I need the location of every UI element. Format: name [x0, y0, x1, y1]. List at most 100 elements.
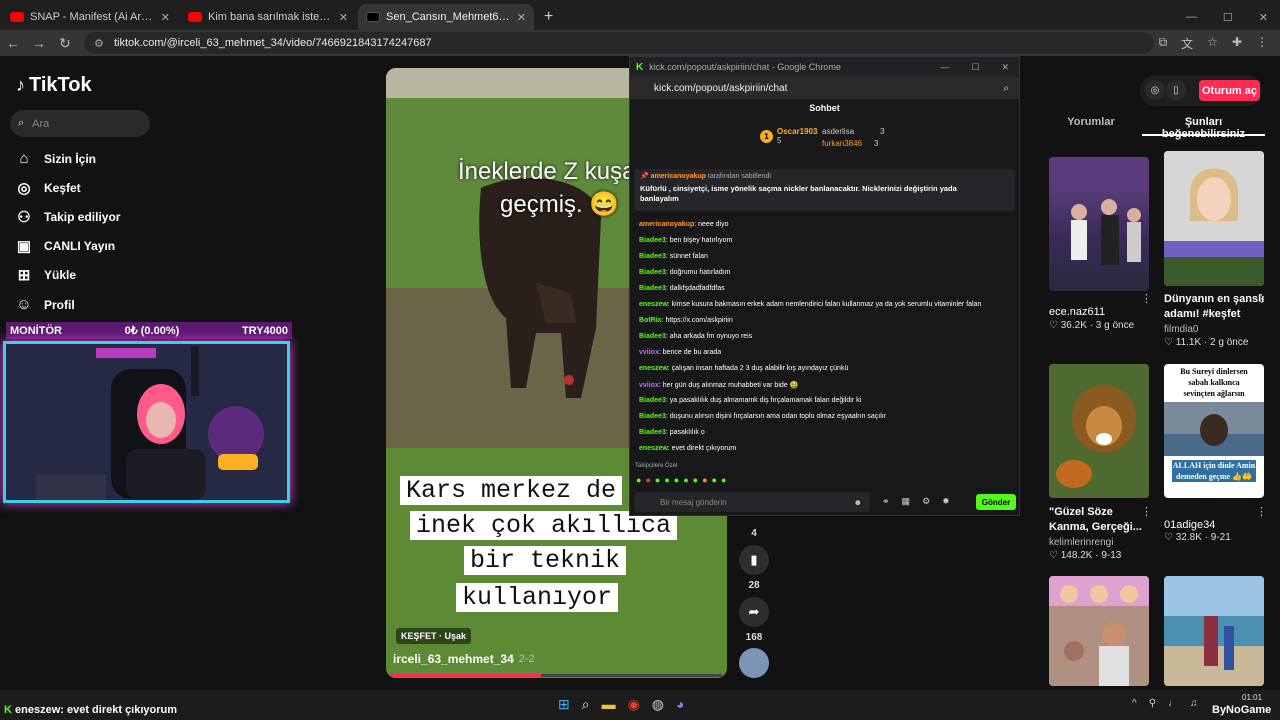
close-icon[interactable]: ✕: [339, 11, 348, 24]
video-author[interactable]: 01adige34: [1164, 519, 1215, 531]
nav-following[interactable]: ⚇ Takip ediliyor: [16, 208, 120, 226]
chevron-up-icon[interactable]: ^: [1132, 698, 1137, 709]
file-explorer-icon[interactable]: ▬: [602, 696, 616, 713]
music-avatar[interactable]: [739, 648, 769, 678]
bookmark-star-icon[interactable]: ☆: [1207, 35, 1218, 52]
chat-username[interactable]: Biadee3: [639, 285, 666, 292]
install-icon[interactable]: ⧉: [1159, 35, 1168, 52]
emote-icon[interactable]: ●: [712, 475, 717, 485]
video-thumbnail[interactable]: [1049, 576, 1149, 686]
close-window-icon[interactable]: ✕: [1001, 62, 1009, 73]
emote-icon[interactable]: ●: [636, 475, 641, 485]
new-tab-button[interactable]: +: [534, 4, 563, 30]
forward-icon[interactable]: →: [26, 35, 52, 51]
video-author[interactable]: ece.naz611: [1049, 306, 1105, 318]
more-icon[interactable]: ⋮: [1141, 505, 1152, 518]
site-info-icon[interactable]: ⚙: [94, 37, 106, 50]
emote-icon[interactable]: ●: [683, 475, 688, 485]
chat-username[interactable]: eneszew: [639, 301, 668, 308]
emote-icon[interactable]: ●: [655, 475, 660, 485]
extensions-icon[interactable]: ✚: [1232, 35, 1242, 52]
close-icon[interactable]: ✕: [161, 11, 170, 24]
chat-username[interactable]: americanoyakup: [639, 221, 694, 228]
bookmark-button[interactable]: ▮: [739, 545, 769, 575]
search-icon[interactable]: ⌕: [1003, 83, 1019, 94]
emote-icon[interactable]: ●: [674, 475, 679, 485]
maximize-icon[interactable]: ☐: [971, 62, 979, 73]
chat-username[interactable]: Biadee3: [639, 333, 666, 340]
nav-explore[interactable]: ◎ Keşfet: [16, 179, 80, 197]
video-thumbnail[interactable]: [1049, 157, 1149, 291]
emote-icon[interactable]: ●: [702, 475, 707, 485]
video-author[interactable]: irceli_63_mehmet_34: [393, 652, 514, 666]
explore-tag[interactable]: KEŞFET · Uşak: [396, 628, 472, 644]
nav-for-you[interactable]: ⌂ Sizin İçin: [16, 150, 96, 167]
chat-username[interactable]: eneszew: [639, 365, 668, 372]
share-button[interactable]: ➦: [739, 597, 769, 627]
more-icon[interactable]: ⋮: [1256, 292, 1267, 305]
send-button[interactable]: Gönder: [976, 494, 1016, 510]
video-thumbnail[interactable]: [1164, 576, 1264, 686]
chat-username[interactable]: BotRix: [639, 317, 662, 324]
popout-address-bar[interactable]: kick.com/popout/askpiriin/chat ⌕: [630, 77, 1019, 99]
maximize-icon[interactable]: ☐: [1223, 11, 1233, 24]
chat-username[interactable]: Biadee3: [639, 429, 666, 436]
chat-username[interactable]: Biadee3: [639, 237, 666, 244]
badge-icon[interactable]: ✸: [942, 496, 950, 507]
video-title[interactable]: Dünyanın en şanslı adamı! #keşfet: [1164, 292, 1269, 322]
menu-icon[interactable]: ⋮: [1256, 35, 1268, 52]
start-icon[interactable]: ⊞: [558, 696, 570, 713]
chat-username[interactable]: Biadee3: [639, 413, 666, 420]
network-icon[interactable]: ⚲: [1149, 698, 1156, 709]
emote-icon[interactable]: ●: [721, 475, 726, 485]
video-thumbnail[interactable]: Bu Sureyi dinlersen sabah kalkınca sevin…: [1164, 364, 1264, 498]
address-bar[interactable]: ⚙ tiktok.com/@irceli_63_mehmet_34/video/…: [84, 32, 1154, 54]
more-icon[interactable]: ⋮: [1141, 292, 1152, 305]
chat-username[interactable]: Biadee3: [639, 253, 666, 260]
app-icon[interactable]: ◍: [652, 696, 664, 713]
emote-icon[interactable]: ●: [693, 475, 698, 485]
minimize-icon[interactable]: —: [1186, 11, 1197, 24]
mobile-icon[interactable]: ▯: [1166, 80, 1186, 100]
chrome-icon[interactable]: ◉: [628, 696, 640, 713]
reload-icon[interactable]: ↻: [52, 35, 78, 52]
tiktok-logo[interactable]: ♪ TikTok: [16, 74, 92, 97]
volume-icon[interactable]: ♫: [1190, 698, 1198, 709]
store-icon[interactable]: ▦: [902, 496, 911, 507]
mic-icon[interactable]: ♩: [1168, 698, 1178, 709]
close-icon[interactable]: ✕: [517, 11, 526, 24]
chat-username[interactable]: vviiox: [639, 349, 659, 356]
tab-you-may-like[interactable]: Şunları beğenebilirsiniz: [1142, 116, 1265, 140]
chat-username[interactable]: eneszew: [639, 445, 668, 452]
video-author[interactable]: filmdia0: [1164, 324, 1198, 335]
video-thumbnail[interactable]: [1049, 364, 1149, 498]
video-thumbnail[interactable]: [1164, 151, 1264, 286]
video-title[interactable]: "Güzel Söze Kanma, Gerçeği...: [1049, 505, 1154, 535]
links-icon[interactable]: ⚭: [882, 496, 890, 507]
emote-icon[interactable]: ●: [664, 475, 669, 485]
browser-tab-1[interactable]: SNAP - Manifest (Ai Arabesk Co ✕: [2, 4, 178, 30]
browser-tab-3[interactable]: Sen_Cansın_Mehmet63 (@ircel ✕: [358, 4, 534, 30]
nav-profile[interactable]: ☺ Profil: [16, 296, 74, 313]
login-button[interactable]: Oturum aç: [1199, 80, 1260, 101]
back-icon[interactable]: ←: [0, 35, 26, 51]
nav-live[interactable]: ▣ CANLI Yayın: [16, 237, 115, 255]
video-author[interactable]: kelimlerinrengi: [1049, 537, 1113, 548]
emoji-icon[interactable]: ☻: [854, 498, 870, 507]
search-icon[interactable]: ⌕: [582, 696, 590, 713]
tab-comments[interactable]: Yorumlar: [1040, 116, 1142, 136]
settings-icon[interactable]: ⚙: [922, 496, 930, 507]
chat-message-input[interactable]: Bir mesaj gönderin ☻: [634, 492, 870, 512]
chat-username[interactable]: vviiox: [639, 382, 659, 389]
chat-username[interactable]: Biadee3: [639, 269, 666, 276]
nav-upload[interactable]: ⊞ Yükle: [16, 266, 76, 284]
chat-username[interactable]: Biadee3: [639, 397, 666, 404]
translate-icon[interactable]: 文: [1181, 35, 1193, 52]
discord-icon[interactable]: ◕: [676, 696, 684, 713]
video-progress-bar[interactable]: [392, 674, 722, 677]
minimize-icon[interactable]: —: [940, 62, 949, 73]
emote-icon[interactable]: ●: [645, 475, 650, 485]
close-window-icon[interactable]: ✕: [1259, 11, 1268, 24]
search-input[interactable]: ⌕ Ara: [10, 110, 150, 137]
more-icon[interactable]: ⋮: [1256, 505, 1267, 518]
